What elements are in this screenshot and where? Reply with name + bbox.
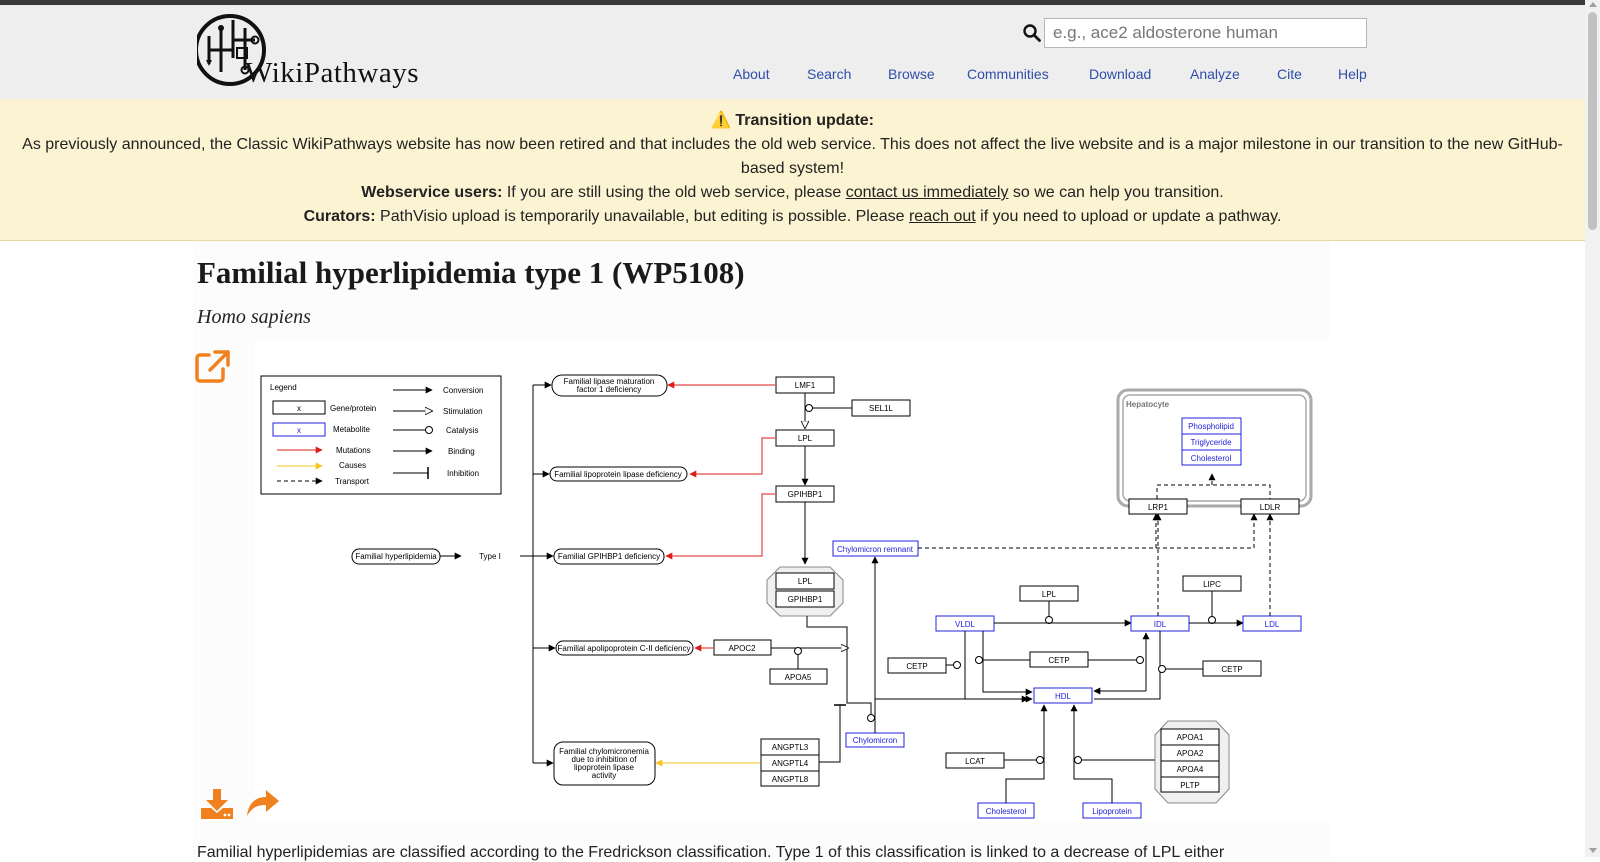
hepatocyte-label: Hepatocyte bbox=[1126, 400, 1170, 409]
gene-lcat: LCAT bbox=[965, 757, 985, 766]
nav-help[interactable]: Help bbox=[1338, 66, 1367, 82]
nav-search[interactable]: Search bbox=[807, 66, 851, 82]
banner-curators-label: Curators: bbox=[303, 208, 376, 225]
gene-cetp-2: CETP bbox=[1048, 656, 1069, 665]
banner-curators-text: PathVisio upload is temporarily unavaila… bbox=[380, 208, 905, 225]
banner-curators-text-end: if you need to upload or update a pathwa… bbox=[980, 208, 1282, 225]
apoc2-deficiency-label: Familial apolipoprotein C-II deficiency bbox=[558, 644, 691, 653]
banner-webservice: Webservice users: If you are still using… bbox=[0, 181, 1585, 205]
banner-webservice-label: Webservice users: bbox=[361, 184, 503, 201]
disease-hyperlipidemia-label: Familial hyperlipidemia bbox=[355, 552, 437, 561]
metabolite-ldl: LDL bbox=[1265, 620, 1280, 629]
legend-conversion-label: Conversion bbox=[443, 386, 483, 395]
legend-transport-label: Transport bbox=[335, 477, 370, 486]
gpihbp1-deficiency-label: Familial GPIHBP1 deficiency bbox=[558, 552, 660, 561]
complex-gpihbp1: GPIHBP1 bbox=[788, 595, 823, 604]
gene-angptl3: ANGPTL3 bbox=[772, 743, 809, 752]
pathway-description: Familial hyperlipidemias are classified … bbox=[197, 844, 1225, 861]
nav-analyze[interactable]: Analyze bbox=[1190, 66, 1240, 82]
banner-webservice-text: If you are still using the old web servi… bbox=[506, 184, 842, 201]
metabolite-vldl: VLDL bbox=[955, 620, 976, 629]
contact-us-link[interactable]: contact us immediately bbox=[846, 184, 1009, 201]
page-scrollbar[interactable] bbox=[1585, 0, 1600, 857]
banner-announcement: As previously announced, the Classic Wik… bbox=[22, 136, 1563, 177]
gene-lpl: LPL bbox=[798, 434, 813, 443]
chylomicronemia-label-4: activity bbox=[592, 771, 616, 780]
legend-stimulation-label: Stimulation bbox=[443, 407, 483, 416]
metabolite-cholesterol-hep: Cholesterol bbox=[1191, 454, 1232, 463]
gene-lipc: LIPC bbox=[1203, 580, 1221, 589]
gene-lrp1: LRP1 bbox=[1148, 503, 1169, 512]
nav-cite[interactable]: Cite bbox=[1277, 66, 1302, 82]
gene-apoa2: APOA2 bbox=[1177, 749, 1204, 758]
legend-inhibition-label: Inhibition bbox=[447, 469, 479, 478]
reach-out-link[interactable]: reach out bbox=[909, 208, 976, 225]
gene-apoc2: APOC2 bbox=[728, 644, 756, 653]
gene-apoa4: APOA4 bbox=[1177, 765, 1204, 774]
metabolite-chylomicron: Chylomicron bbox=[853, 736, 897, 745]
page-title: Familial hyperlipidemia type 1 (WP5108) bbox=[197, 255, 745, 290]
type1-label: Type I bbox=[479, 552, 501, 561]
legend-metabolite-sample: x bbox=[297, 426, 301, 435]
scroll-up-icon[interactable] bbox=[1589, 2, 1597, 7]
search-input[interactable] bbox=[1044, 18, 1367, 48]
gene-lmf1: LMF1 bbox=[795, 381, 816, 390]
nav-communities[interactable]: Communities bbox=[967, 66, 1049, 82]
scrollbar-thumb[interactable] bbox=[1588, 12, 1597, 230]
legend-gene-sample: x bbox=[297, 404, 301, 413]
gene-lpl-2: LPL bbox=[1042, 590, 1057, 599]
nav-download[interactable]: Download bbox=[1089, 66, 1151, 82]
legend-binding-label: Binding bbox=[448, 447, 475, 456]
magnifier-icon bbox=[1023, 24, 1041, 42]
gene-apoa5: APOA5 bbox=[785, 673, 812, 682]
transition-banner: ⚠️ Transition update: As previously anno… bbox=[0, 99, 1585, 241]
gene-angptl8: ANGPTL8 bbox=[772, 775, 809, 784]
gene-sel1l: SEL1L bbox=[869, 404, 894, 413]
metabolite-cholesterol: Cholesterol bbox=[986, 807, 1027, 816]
gene-angptl4: ANGPTL4 bbox=[772, 759, 809, 768]
legend-title: Legend bbox=[270, 383, 297, 392]
gene-gpihbp1: GPIHBP1 bbox=[788, 490, 823, 499]
site-header: WikiPathways About Search Browse Communi… bbox=[0, 5, 1585, 99]
nav-about[interactable]: About bbox=[733, 66, 770, 82]
metabolite-chylomicron-remnant: Chylomicron remnant bbox=[837, 545, 914, 554]
download-icon[interactable] bbox=[200, 788, 234, 820]
banner-title: ⚠️ Transition update: bbox=[710, 112, 875, 129]
legend: Legend x Gene/protein x Metabolite Mutat… bbox=[260, 375, 502, 495]
legend-causes-label: Causes bbox=[339, 461, 366, 470]
species-label: Homo sapiens bbox=[197, 306, 311, 328]
gene-pltp: PLTP bbox=[1180, 781, 1199, 790]
external-link-icon[interactable] bbox=[195, 349, 231, 383]
main-nav: About Search Browse Communities Download… bbox=[0, 63, 1585, 87]
scroll-down-icon[interactable] bbox=[1589, 848, 1597, 853]
legend-metabolite-label: Metabolite bbox=[333, 425, 370, 434]
lpl-deficiency-label: Familial lipoprotein lipase deficiency bbox=[554, 470, 682, 479]
lmf1-deficiency-label-2: factor 1 deficiency bbox=[577, 385, 641, 394]
gene-ldlr: LDLR bbox=[1260, 503, 1281, 512]
gene-apoa1: APOA1 bbox=[1177, 733, 1204, 742]
metabolite-lipoprotein: Lipoprotein bbox=[1092, 807, 1132, 816]
gene-cetp-3: CETP bbox=[1221, 665, 1242, 674]
metabolite-idl: IDL bbox=[1154, 620, 1167, 629]
nav-browse[interactable]: Browse bbox=[888, 66, 935, 82]
legend-mutations-label: Mutations bbox=[336, 446, 371, 455]
legend-catalysis-label: Catalysis bbox=[446, 426, 478, 435]
banner-curators: Curators: PathVisio upload is temporaril… bbox=[0, 205, 1585, 229]
metabolite-triglyceride: Triglyceride bbox=[1190, 438, 1232, 447]
share-icon[interactable] bbox=[246, 788, 280, 818]
metabolite-phospholipid: Phospholipid bbox=[1188, 422, 1234, 431]
gene-cetp-1: CETP bbox=[906, 662, 927, 671]
banner-webservice-text-end: so we can help you transition. bbox=[1012, 184, 1224, 201]
legend-gene-label: Gene/protein bbox=[330, 404, 376, 413]
metabolite-hdl: HDL bbox=[1055, 692, 1072, 701]
complex-lpl: LPL bbox=[798, 577, 813, 586]
